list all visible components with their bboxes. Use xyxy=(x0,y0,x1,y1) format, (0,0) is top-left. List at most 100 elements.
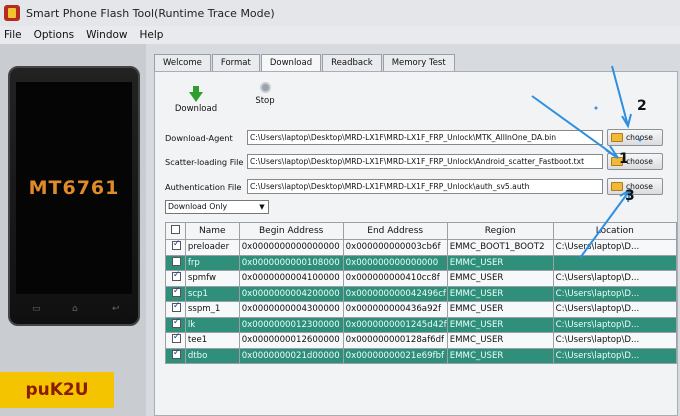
phone-image: MT6761 ▭ ⌂ ↩ xyxy=(8,66,140,326)
tab-format[interactable]: Format xyxy=(211,54,260,72)
download-agent-label: Download-Agent xyxy=(165,132,233,143)
menu-bar: File Options Window Help xyxy=(0,26,680,44)
download-button[interactable]: Download xyxy=(173,78,219,114)
download-button-label: Download xyxy=(174,104,218,114)
table-row[interactable]: spmfw0x00000000041000000x000000000410cc8… xyxy=(165,270,678,287)
row-checkbox[interactable] xyxy=(171,256,181,266)
home-key-icon: ⌂ xyxy=(72,304,78,314)
tab-memory-test[interactable]: Memory Test xyxy=(382,54,455,72)
dot-mark xyxy=(594,106,598,110)
row-begin-address: 0x0000000012600000 xyxy=(238,332,344,349)
row-region: EMMC_USER xyxy=(446,332,554,349)
row-name: scp1 xyxy=(184,285,240,302)
tab-readback[interactable]: Readback xyxy=(322,54,382,72)
tab-bar: Welcome Format Download Readback Memory … xyxy=(154,54,456,73)
annotation-1: 1 xyxy=(619,151,629,167)
row-location[interactable]: C:\Users\laptop\D... xyxy=(552,301,678,318)
table-row[interactable]: tee10x00000000126000000x000000000128af6d… xyxy=(165,332,678,349)
row-checkbox[interactable] xyxy=(171,240,181,251)
row-region: EMMC_USER xyxy=(446,285,554,302)
row-location[interactable]: C:\Users\laptop\D... xyxy=(552,347,678,364)
scatter-label: Scatter-loading File xyxy=(165,156,244,167)
row-checkbox-cell[interactable] xyxy=(165,254,186,271)
row-begin-address: 0x0000000004100000 xyxy=(238,270,344,287)
row-checkbox-cell[interactable] xyxy=(165,316,186,333)
table-row[interactable]: lk0x00000000123000000x0000000001245d42fE… xyxy=(165,316,678,333)
stop-icon xyxy=(259,82,271,93)
row-end-address: 0x0000000001245d42f xyxy=(342,316,448,333)
row-name: dtbo xyxy=(184,347,240,364)
auth-label: Authentication File xyxy=(165,181,242,192)
chevron-down-icon: ▼ xyxy=(259,203,265,211)
row-region: EMMC_USER xyxy=(446,347,554,364)
arrow-1-head xyxy=(605,145,619,159)
download-arrow-icon xyxy=(189,86,203,102)
header-select-all[interactable] xyxy=(165,222,186,240)
chip-label: MT6761 xyxy=(28,177,120,199)
mode-select[interactable]: Download Only ▼ xyxy=(165,200,269,214)
row-checkbox-cell[interactable] xyxy=(165,270,186,287)
row-location[interactable]: C:\Users\laptop\D... xyxy=(552,332,678,349)
row-name: frp xyxy=(184,254,240,271)
menu-window[interactable]: Window xyxy=(86,29,127,41)
row-name: tee1 xyxy=(184,332,240,349)
row-begin-address: 0x0000000021d00000 xyxy=(238,347,344,364)
back-key-icon: ↩ xyxy=(112,304,120,314)
stop-button[interactable]: Stop xyxy=(247,78,283,106)
row-checkbox[interactable] xyxy=(171,349,181,359)
row-end-address: 0x000000000003cb6f xyxy=(342,239,448,256)
tab-welcome[interactable]: Welcome xyxy=(154,54,211,72)
table-row[interactable]: dtbo0x0000000021d000000x00000000021e69fb… xyxy=(165,347,678,364)
row-region: EMMC_USER xyxy=(446,316,554,333)
row-checkbox-cell[interactable] xyxy=(165,347,186,364)
header-name: Name xyxy=(184,222,240,240)
row-name: spmfw xyxy=(184,270,240,287)
row-end-address: 0x00000000021e69fbf xyxy=(342,347,448,364)
row-region: EMMC_USER xyxy=(446,270,554,287)
arrow-2-line xyxy=(611,65,629,127)
row-checkbox[interactable] xyxy=(171,333,181,344)
menu-help[interactable]: Help xyxy=(140,29,164,41)
row-name: preloader xyxy=(184,239,240,256)
row-end-address: 0x000000000128af6df xyxy=(342,332,448,349)
row-name: lk xyxy=(184,316,240,333)
row-checkbox-cell[interactable] xyxy=(165,301,186,318)
menu-options[interactable]: Options xyxy=(34,29,75,41)
select-all-checkbox[interactable] xyxy=(170,225,180,234)
row-begin-address: 0x0000000004200000 xyxy=(238,285,344,302)
row-end-address: 0x000000000436a92f xyxy=(342,301,448,318)
table-row[interactable]: scp10x00000000042000000x000000000042496c… xyxy=(165,285,678,302)
row-begin-address: 0x0000000000108000 xyxy=(238,254,344,271)
stop-button-label: Stop xyxy=(255,96,275,106)
arrow-3-line xyxy=(579,189,631,259)
menu-file[interactable]: File xyxy=(4,29,22,41)
row-location[interactable]: C:\Users\laptop\D... xyxy=(552,285,678,302)
annotation-overlay xyxy=(531,65,642,259)
row-begin-address: 0x0000000012300000 xyxy=(238,316,344,333)
annotation-2: 2 xyxy=(637,98,647,114)
row-location[interactable]: C:\Users\laptop\D... xyxy=(552,316,678,333)
row-location[interactable]: C:\Users\laptop\D... xyxy=(552,270,678,287)
row-begin-address: 0x0000000000000000 xyxy=(238,239,344,256)
row-checkbox-cell[interactable] xyxy=(165,239,186,256)
window-title: Smart Phone Flash Tool(Runtime Trace Mod… xyxy=(26,6,275,20)
menu-key-icon: ▭ xyxy=(32,304,41,314)
brand-text: puK2U xyxy=(25,380,89,400)
arrow-1-line xyxy=(531,95,619,159)
row-checkbox[interactable] xyxy=(171,271,181,282)
row-region: EMMC_USER xyxy=(446,301,554,318)
row-begin-address: 0x0000000004300000 xyxy=(238,301,344,318)
row-checkbox[interactable] xyxy=(171,318,181,328)
row-checkbox-cell[interactable] xyxy=(165,285,186,302)
row-checkbox[interactable] xyxy=(171,287,181,297)
row-end-address: 0x000000000042496cf xyxy=(342,285,448,302)
device-panel: MT6761 ▭ ⌂ ↩ xyxy=(0,44,146,416)
dot-mark xyxy=(638,138,642,142)
row-end-address: 0x000000000000000 xyxy=(342,254,448,271)
header-end: End Address xyxy=(342,222,448,240)
row-checkbox[interactable] xyxy=(171,302,181,313)
row-end-address: 0x000000000410cc8f xyxy=(342,270,448,287)
table-row[interactable]: sspm_10x00000000043000000x000000000436a9… xyxy=(165,301,678,318)
mode-select-value: Download Only xyxy=(168,202,228,211)
row-checkbox-cell[interactable] xyxy=(165,332,186,349)
